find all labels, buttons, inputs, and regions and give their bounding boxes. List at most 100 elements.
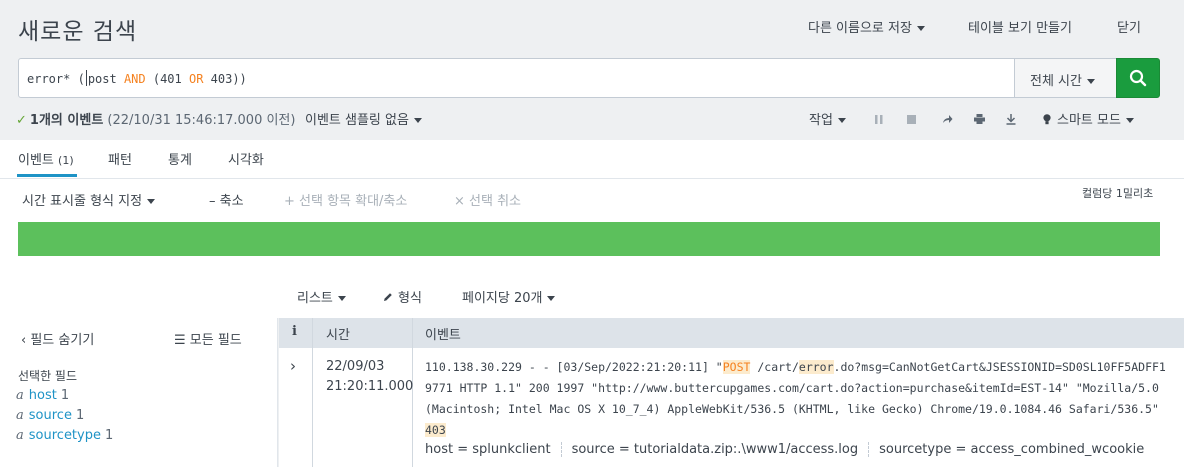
deselect-button[interactable]: × 선택 취소 (454, 190, 521, 209)
deselect-label: 선택 취소 (469, 194, 522, 209)
query-end: 403)) (203, 72, 247, 86)
close-button[interactable]: 닫기 (1117, 17, 1141, 36)
format-button[interactable]: 형식 (383, 287, 422, 306)
chevron-down-icon (837, 118, 846, 123)
col-time-header[interactable]: 시간 (326, 324, 350, 343)
hide-fields-button[interactable]: ‹ 필드 숨기기 (21, 329, 94, 348)
create-table-view-button[interactable]: 테이블 보기 만들기 (968, 17, 1072, 36)
highlight-error[interactable]: error (798, 360, 834, 374)
field-name: host (28, 388, 57, 403)
event-raw: 110.138.30.229 - - [03/Sep/2022:21:20:11… (425, 357, 1170, 441)
tab-statistics[interactable]: 통계 (168, 149, 192, 168)
save-as-label: 다른 이름으로 저장 (808, 21, 912, 36)
event-timestamp: (22/10/31 15:46:17.000 이전) (107, 113, 296, 128)
search-icon (1129, 69, 1147, 87)
active-tab-indicator (17, 174, 77, 177)
col-info-header: i (292, 324, 297, 339)
highlight-403[interactable]: 403 (425, 423, 446, 437)
timeline-bar[interactable] (18, 222, 1160, 256)
minus-icon: – (209, 194, 220, 209)
events-table-header (279, 318, 1184, 348)
column-divider (312, 318, 313, 467)
col-event-header: 이벤트 (425, 328, 461, 343)
tab-patterns[interactable]: 패턴 (108, 149, 132, 168)
search-button[interactable] (1116, 58, 1160, 98)
selected-fields-heading: 선택한 필드 (18, 369, 78, 383)
event-field-host[interactable]: host = splunkclient (425, 442, 562, 457)
job-label: 작업 (809, 113, 833, 128)
print-button[interactable] (969, 111, 989, 127)
tab-visualization[interactable]: 시각화 (228, 149, 264, 168)
zoom-out-button[interactable]: – 축소 (209, 190, 244, 209)
stop-icon (906, 114, 916, 124)
query-or: OR (188, 72, 204, 86)
chevron-down-icon (1125, 118, 1134, 123)
query-post: post (87, 72, 124, 86)
print-icon (973, 114, 985, 124)
stop-button[interactable] (901, 111, 921, 127)
field-count: 1 (104, 428, 114, 443)
expand-row-icon[interactable]: › (290, 357, 296, 375)
timeline-format-menu[interactable]: 시간 표시줄 형식 지정 (22, 190, 156, 209)
field-count: 1 (60, 388, 70, 403)
share-button[interactable] (937, 111, 957, 127)
all-fields-label: 모든 필드 (189, 333, 242, 348)
share-icon (942, 115, 952, 123)
page-title: 새로운 검색 (18, 19, 138, 45)
highlight-post[interactable]: POST (722, 360, 751, 374)
chevron-down-icon (1086, 79, 1095, 84)
zoom-out-label: 축소 (219, 194, 244, 209)
list-view-label: 리스트 (297, 291, 333, 306)
chevron-down-icon (413, 118, 422, 123)
string-type-icon: a (16, 388, 24, 403)
raw-seg: 110.138.30.229 - - [03/Sep/2022:21:20:11… (425, 360, 723, 374)
download-icon (1006, 113, 1016, 125)
field-source[interactable]: a source 1 (16, 408, 84, 423)
list-view-menu[interactable]: 리스트 (297, 287, 346, 306)
string-type-icon: a (16, 408, 24, 423)
export-button[interactable] (1001, 111, 1021, 127)
query-paren: ( (77, 72, 85, 86)
per-page-menu[interactable]: 페이지당 20개 (462, 287, 556, 306)
tab-events-count: (1) (58, 154, 74, 167)
hide-fields-label: 필드 숨기기 (30, 333, 95, 348)
save-as-menu[interactable]: 다른 이름으로 저장 (808, 17, 925, 36)
field-name: source (28, 408, 72, 423)
tab-events[interactable]: 이벤트 (1) (18, 149, 74, 168)
field-sourcetype[interactable]: a sourcetype 1 (16, 428, 113, 443)
x-icon: × (454, 194, 470, 209)
time-range-picker[interactable]: 전체 시간 (1014, 58, 1117, 98)
job-menu[interactable]: 작업 (809, 109, 846, 128)
chevron-down-icon (916, 26, 925, 31)
chevron-left-icon: ‹ (21, 333, 31, 348)
query-and: AND (123, 72, 146, 86)
field-host[interactable]: a host 1 (16, 388, 69, 403)
event-field-sourcetype[interactable]: sourcetype = access_combined_wcookie (879, 442, 1154, 457)
per-page-label: 페이지당 20개 (462, 291, 543, 306)
list-icon: ☰ (174, 333, 190, 348)
pencil-icon (384, 293, 392, 301)
event-fields: host = splunkclient source = tutorialdat… (425, 442, 1164, 457)
zoom-to-selection-button[interactable]: + 선택 항목 확대/축소 (284, 190, 407, 209)
format-label: 형식 (398, 291, 422, 306)
raw-seg: /cart/ (750, 360, 799, 374)
event-clock: 21:20:11.000 (326, 379, 414, 394)
query-mid: (401 (145, 72, 189, 86)
search-mode-menu[interactable]: 스마트 모드 (1043, 109, 1134, 128)
time-range-label: 전체 시간 (1030, 74, 1082, 89)
text-cursor (85, 70, 87, 86)
all-fields-button[interactable]: ☰ 모든 필드 (174, 329, 242, 348)
pause-icon (875, 114, 883, 124)
sampling-label: 이벤트 샘플링 없음 (305, 113, 409, 128)
field-name: sourcetype (28, 428, 101, 443)
bulb-icon (1043, 114, 1051, 125)
event-field-source[interactable]: source = tutorialdata.zip:.\www1/access.… (572, 442, 870, 457)
query-text: error* (27, 72, 78, 86)
event-time: 22/09/03 21:20:11.000 (326, 357, 413, 397)
tab-events-label: 이벤트 (18, 153, 54, 168)
chevron-down-icon (547, 296, 556, 301)
event-count-status: ✓ 1개의 이벤트 (22/10/31 15:46:17.000 이전) (16, 109, 295, 128)
pause-button[interactable] (869, 111, 889, 127)
sampling-menu[interactable]: 이벤트 샘플링 없음 (305, 109, 422, 128)
search-input[interactable]: error* (post AND (401 OR 403)) (18, 58, 1015, 98)
